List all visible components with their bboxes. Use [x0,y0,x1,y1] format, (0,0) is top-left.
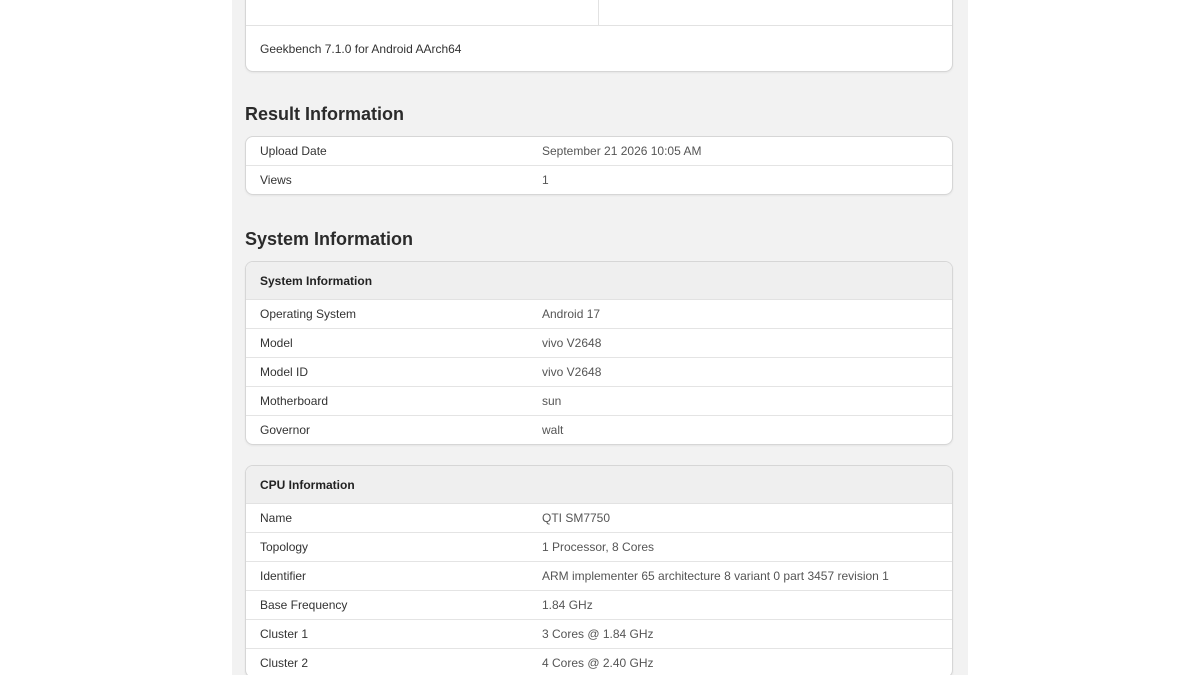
score-card: Geekbench 7.1.0 for Android AArch64 [245,0,953,72]
table-row: Cluster 2 4 Cores @ 2.40 GHz [246,649,952,675]
row-value: 1 Processor, 8 Cores [542,540,655,554]
table-row: Upload Date September 21 2026 10:05 AM [246,137,952,166]
row-value: ARM implementer 65 architecture 8 varian… [542,569,889,583]
table-row: Governor walt [246,416,952,444]
row-label: Model [260,336,293,350]
table-row: Model ID vivo V2648 [246,358,952,387]
system-information-title: System Information [245,229,414,249]
card-header: CPU Information [246,466,952,504]
row-value: vivo V2648 [542,365,602,379]
table-row: Model vivo V2648 [246,329,952,358]
result-information-card: Upload Date September 21 2026 10:05 AM V… [245,136,953,195]
row-value: sun [542,394,562,408]
row-label: Upload Date [260,144,327,158]
score-row [246,0,952,26]
row-label: Governor [260,423,311,437]
row-value: Android 17 [542,307,601,321]
row-value: 3 Cores @ 1.84 GHz [542,627,654,641]
row-value: 4 Cores @ 2.40 GHz [542,656,654,670]
row-value: walt [542,423,564,437]
score-divider [598,0,599,25]
row-label: Operating System [260,307,357,321]
card-header: System Information [246,262,952,300]
table-row: Topology 1 Processor, 8 Cores [246,533,952,562]
system-information-card: System Information Operating System Andr… [245,261,953,445]
row-label: Motherboard [260,394,329,408]
row-label: Base Frequency [260,598,348,612]
row-value: QTI SM7750 [542,511,611,525]
row-value: 1.84 GHz [542,598,593,612]
benchmark-version: Geekbench 7.1.0 for Android AArch64 [260,42,462,56]
page-content: Geekbench 7.1.0 for Android AArch64 Resu… [232,0,968,675]
table-row: Identifier ARM implementer 65 architectu… [246,562,952,591]
row-label: Cluster 2 [260,656,309,670]
row-value: September 21 2026 10:05 AM [542,144,702,158]
cpu-information-card: CPU Information Name QTI SM7750 Topology… [245,465,953,675]
row-label: Identifier [260,569,307,583]
row-value: vivo V2648 [542,336,602,350]
table-row: Base Frequency 1.84 GHz [246,591,952,620]
row-label: Model ID [260,365,309,379]
row-label: Cluster 1 [260,627,309,641]
result-information-title: Result Information [245,104,405,124]
row-label: Topology [260,540,309,554]
table-row: Views 1 [246,166,952,194]
row-label: Views [260,173,292,187]
table-row: Operating System Android 17 [246,300,952,329]
table-row: Motherboard sun [246,387,952,416]
row-value: 1 [542,173,549,187]
row-label: Name [260,511,293,525]
table-row: Name QTI SM7750 [246,504,952,533]
table-row: Cluster 1 3 Cores @ 1.84 GHz [246,620,952,649]
